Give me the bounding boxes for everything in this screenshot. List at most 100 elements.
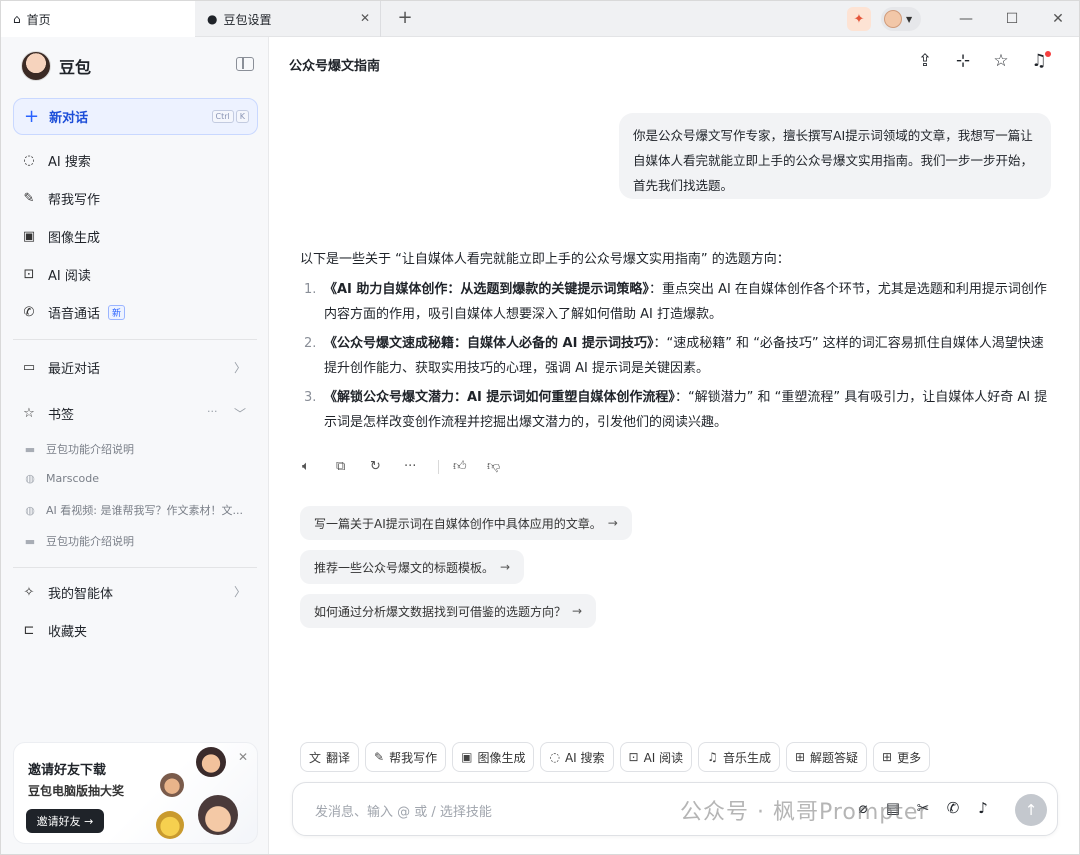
close-icon[interactable]: ✕ [238,750,248,764]
sidebar-item-label: 帮我写作 [48,193,101,208]
bookmark-item[interactable]: ◍ AI 看视频: 是谁帮我写？作文素材！文... [23,502,243,518]
chevron-down-icon: ▼ [906,14,913,24]
bookmark-label: 豆包功能介绍说明 [46,443,134,456]
doubao-logo-icon [21,51,51,81]
header-actions: ⇪ ⊹ ☆ ♫ [906,51,1058,71]
sidebar-item-image[interactable]: ▣ 图像生成 [21,227,100,246]
sidebar-item-recent[interactable]: ▭ 最近对话 [21,358,100,377]
skill-ai-search[interactable]: ◌ AI 搜索 [540,742,614,772]
answer-list: 1. 《AI 助力自媒体创作：从选题到爆款的关键提示词策略》：重点突出 AI 在… [300,277,1050,435]
speaker-icon[interactable]: 🔈︎ [302,459,336,474]
more-icon[interactable]: ··· [207,405,218,418]
gift-icon[interactable]: ✦ [847,7,871,31]
invite-friends-button[interactable]: 邀请好友 → [26,809,104,833]
skill-label: 解题答疑 [810,750,859,765]
star-icon: ☆ [23,406,35,421]
grid-icon: ⊞ [882,750,893,764]
invite-promo-card: 邀请好友下载 豆包电脑版抽大奖 邀请好友 → ✕ [13,742,258,844]
minimize-button[interactable]: — [943,1,989,37]
send-button[interactable]: ↑ [1015,794,1047,826]
shortcut-key: K [235,110,249,123]
regenerate-icon[interactable]: ↻ [370,459,404,474]
sidebar-item-writing[interactable]: ✎ 帮我写作 [21,189,100,208]
message-input[interactable]: 发消息、输入 @ 或 / 选择技能 ⌀ ▤ ✂ ✆ ♪ ↑ [292,782,1058,836]
skill-music[interactable]: ♫ 音乐生成 [698,742,780,772]
suggestion-chip[interactable]: 写一篇关于AI提示词在自媒体创作中具体应用的文章。 → [300,506,632,540]
memoji-illustration [156,811,184,839]
title-bar: ⌂ 首页 ● 豆包设置 ✕ + ✦ ▼ — ☐ ✕ [1,1,1079,37]
pen-icon: ✎ [374,750,385,764]
sidebar-item-agents[interactable]: ✧ 我的智能体 [21,583,113,602]
skill-solve[interactable]: ⊞ 解题答疑 [785,742,868,772]
chevron-down-icon[interactable]: ﹀ [234,405,246,422]
bookmark-item[interactable]: ▬ 豆包功能介绍说明 [23,533,134,549]
globe-icon: ◍ [25,503,35,517]
skill-bar: 文翻译 ✎ 帮我写作 ▣ 图像生成 ◌ AI 搜索 ⊡ AI 阅读 ♫ 音乐生成 ⊞ 解题答… [300,742,936,772]
pen-icon: ✎ [23,191,35,206]
phone-icon[interactable]: ✆ [938,799,968,817]
suggestion-chip[interactable]: 推荐一些公众号爆文的标题模板。 → [300,550,525,584]
sidebar-toggle-icon[interactable] [236,57,254,71]
thumbs-down-icon[interactable]: 👎︎ [487,459,521,474]
skill-reading[interactable]: ⊡ AI 阅读 [619,742,693,772]
list-number: 2. [304,336,317,351]
chat-icon: ▭ [22,360,36,375]
skill-label: AI 阅读 [643,750,684,765]
new-tab-button[interactable]: + [395,7,415,28]
suggestion-chip[interactable]: 如何通过分析爆文数据找到可借鉴的选题方向？ → [300,594,597,628]
sidebar-item-voice-call[interactable]: ✆ 语音通话 新 [21,303,126,322]
sidebar-item-reading[interactable]: ⊡ AI 阅读 [21,265,91,284]
tab-home[interactable]: ⌂ 首页 [1,1,195,37]
globe-icon: ◍ [25,472,35,485]
chat-bubble-icon: ▬ [24,534,36,548]
more-icon[interactable]: ··· [404,459,438,474]
brand[interactable]: 豆包 [21,51,91,81]
account-menu[interactable]: ▼ [881,7,921,31]
arrow-right-icon: → [500,560,511,574]
app-window: ⌂ 首页 ● 豆包设置 ✕ + ✦ ▼ — ☐ ✕ 豆包 + 新对话 Ctrl … [0,0,1080,855]
chat-main: 公众号爆文指南 ⇪ ⊹ ☆ ♫ 你是公众号爆文写作专家，擅长撰写AI提示词领域的… [270,37,1079,854]
solve-icon: ⊞ [794,750,806,764]
titlebar-right: ✦ ▼ — ☐ ✕ [847,1,1079,37]
bookmark-icon: ⊏ [23,623,35,638]
sidebar-item-label: 我的智能体 [48,587,114,602]
list-number: 3. [304,390,317,405]
share-icon[interactable]: ⇪ [906,51,944,71]
sidebar-item-label: AI 搜索 [48,155,91,170]
new-chat-button[interactable]: + 新对话 Ctrl K [13,98,258,135]
reading-icon: ⊡ [23,267,35,282]
brand-name: 豆包 [59,58,92,77]
bookmark-label: 豆包功能介绍说明 [46,535,134,548]
close-tab-icon[interactable]: ✕ [360,11,370,25]
shortcut-key: Ctrl [211,110,234,123]
sidebar-item-favorites[interactable]: ⊏ 收藏夹 [21,621,87,640]
skill-translate[interactable]: 文翻译 [300,742,360,772]
skill-more[interactable]: ⊞ 更多 [873,742,931,772]
arrow-right-icon: → [572,604,583,618]
ai-search-icon: ◌ [549,750,560,764]
user-message: 你是公众号爆文写作专家，擅长撰写AI提示词领域的文章，我想写一篇让自媒体人看完就… [619,113,1051,199]
skill-image[interactable]: ▣ 图像生成 [452,742,535,772]
skill-writing[interactable]: ✎ 帮我写作 [365,742,447,772]
topic-title: 《公众号爆文速成秘籍：自媒体人必备的 AI 提示词技巧》 [324,336,654,351]
sidebar-item-label: 书签 [48,408,75,423]
bookmark-item[interactable]: ▬ 豆包功能介绍说明 [23,441,134,457]
star-icon[interactable]: ☆ [982,51,1020,71]
sidebar-item-ai-search[interactable]: ◌ AI 搜索 [21,151,91,170]
list-item: 3. 《解锁公众号爆文潜力：AI 提示词如何重塑自媒体创作流程》：“解锁潜力” … [300,385,1050,435]
plus-icon: + [24,105,40,127]
message-actions: 🔈︎ ⧉ ↻ ··· 👍︎ 👎︎ [302,459,521,474]
bookmark-add-icon[interactable]: ⊹ [944,51,982,71]
microphone-icon[interactable]: ♪ [968,799,998,817]
thumbs-up-icon[interactable]: 👍︎ [453,459,487,474]
copy-icon[interactable]: ⧉ [336,459,370,474]
bell-icon[interactable]: ♫ [1020,51,1058,71]
bookmark-item[interactable]: ◍ Marscode [23,472,99,485]
sidebar-item-bookmarks[interactable]: ☆ 书签 [21,404,74,423]
maximize-button[interactable]: ☐ [989,1,1035,37]
divider [13,339,257,340]
shortcut-hint: Ctrl K [210,110,249,123]
sparkle-icon: ✧ [23,585,35,600]
tab-doubao-settings[interactable]: ● 豆包设置 ✕ [195,1,381,37]
close-window-button[interactable]: ✕ [1035,1,1079,37]
